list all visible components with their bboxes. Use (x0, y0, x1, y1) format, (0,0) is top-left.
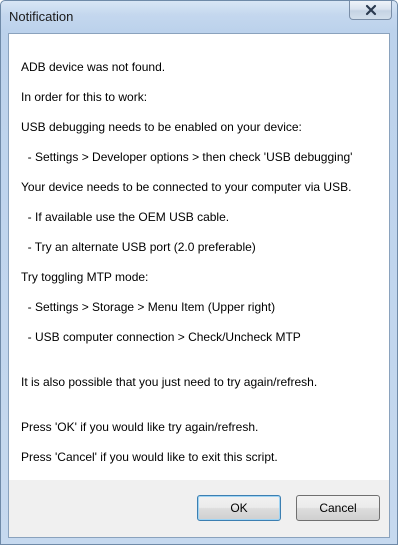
notification-dialog: Notification ADB device was not found. I… (0, 0, 398, 545)
message-line: Press 'Cancel' if you would like to exit… (21, 450, 278, 464)
message-line: ADB device was not found. (21, 60, 166, 74)
cancel-button[interactable]: Cancel (296, 495, 380, 521)
message-line: - Try an alternate USB port (2.0 prefera… (21, 240, 256, 254)
ok-button[interactable]: OK (197, 495, 281, 521)
message-line: In order for this to work: (21, 90, 148, 104)
message-line: It is also possible that you just need t… (21, 375, 318, 389)
message-line: Press 'OK' if you would like try again/r… (21, 420, 259, 434)
window-title: Notification (9, 9, 74, 24)
message-line: USB debugging needs to be enabled on you… (21, 120, 302, 134)
message-line: - Settings > Storage > Menu Item (Upper … (21, 300, 276, 314)
dialog-body: ADB device was not found. In order for t… (8, 33, 390, 538)
message-line: - If available use the OEM USB cable. (21, 210, 230, 224)
message-line: - Settings > Developer options > then ch… (21, 150, 353, 164)
title-bar[interactable]: Notification (1, 1, 397, 33)
message-line: - USB computer connection > Check/Unchec… (21, 330, 301, 344)
button-bar: OK Cancel (9, 480, 389, 537)
close-icon (365, 4, 376, 16)
close-button[interactable] (349, 1, 392, 20)
message-line: Try toggling MTP mode: (21, 270, 149, 284)
message-line: Your device needs to be connected to you… (21, 180, 352, 194)
